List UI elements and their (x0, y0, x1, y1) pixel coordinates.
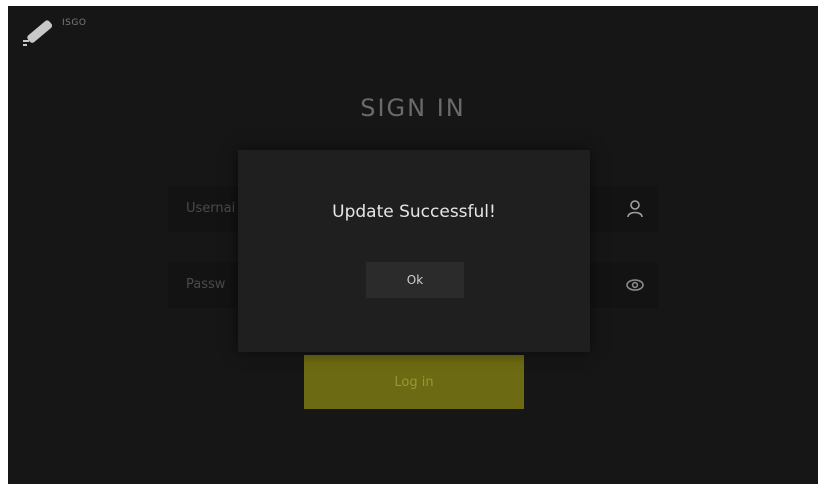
pen-logo-icon (23, 20, 53, 46)
eye-icon[interactable] (624, 274, 646, 296)
dialog-message: Update Successful! (332, 202, 496, 222)
username-placeholder: Usernai (186, 201, 236, 216)
ok-button[interactable]: Ok (366, 262, 464, 298)
sign-in-screen: ISGO SIGN IN Usernai Passw Log in Update… (8, 6, 818, 484)
password-placeholder: Passw (186, 277, 226, 292)
update-success-dialog: Update Successful! Ok (238, 150, 590, 352)
page-title: SIGN IN (360, 94, 466, 122)
brand-name: ISGO (62, 18, 87, 28)
login-button[interactable]: Log in (304, 355, 524, 409)
user-icon (627, 200, 643, 218)
